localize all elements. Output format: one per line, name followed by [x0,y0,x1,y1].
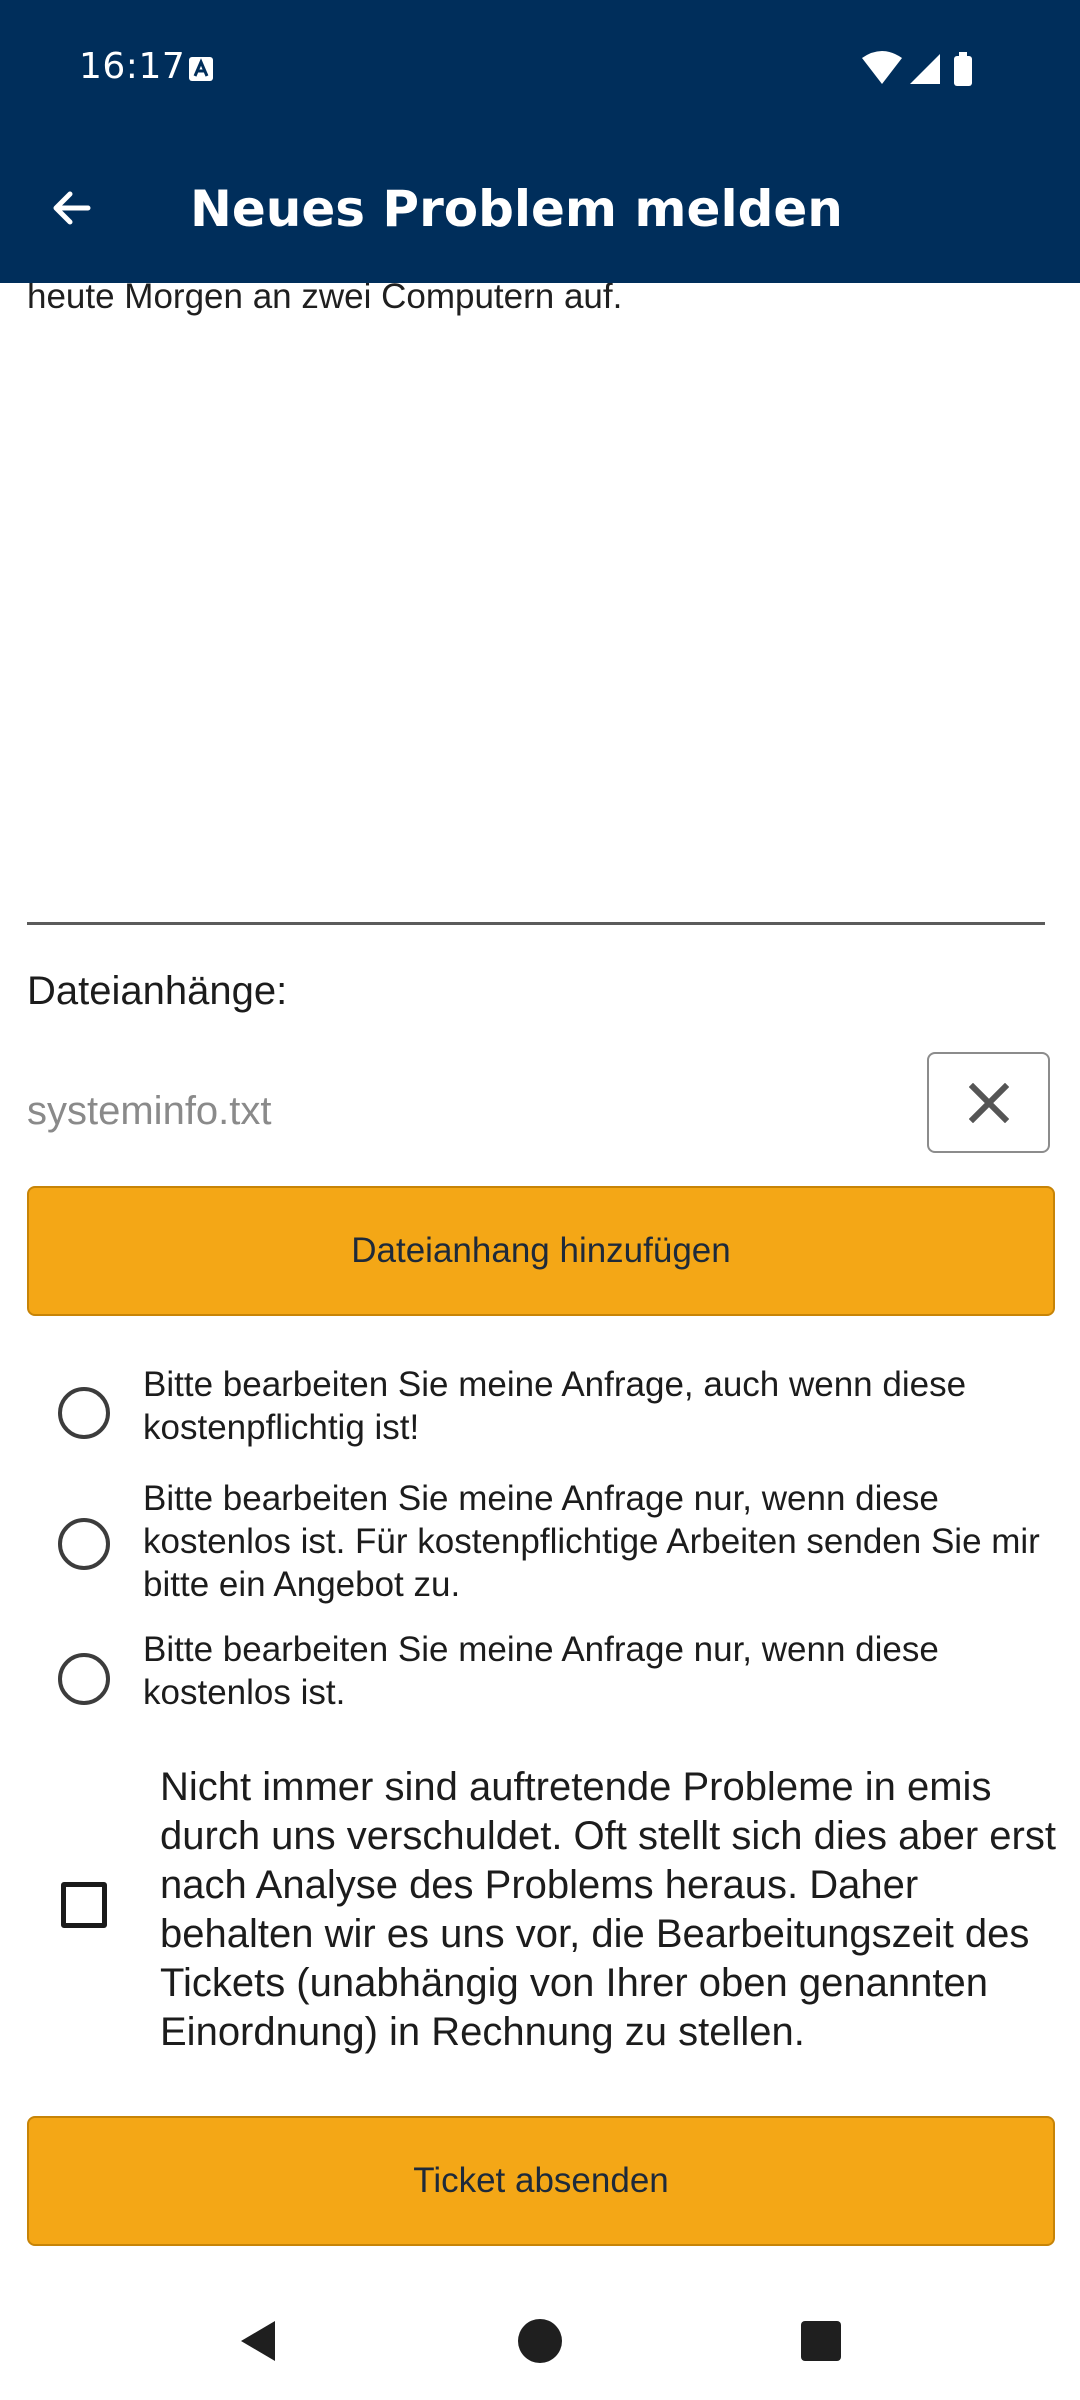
attachments-label: Dateianhänge: [27,969,288,1013]
nav-back-icon [241,2321,275,2361]
battery-icon [954,52,972,86]
wifi-icon [862,51,902,84]
nav-home-icon [518,2319,562,2363]
status-time: 16:17 [79,46,186,87]
description-textarea[interactable]: heute Morgen an zwei Computern auf. [27,283,1047,319]
nav-recents-button[interactable] [781,2301,861,2381]
radio-button[interactable] [58,1518,110,1570]
back-button[interactable] [36,172,108,244]
close-icon [968,1082,1009,1123]
add-attachment-button[interactable]: Dateianhang hinzufügen [27,1186,1055,1316]
submit-ticket-button[interactable]: Ticket absenden [27,2116,1055,2246]
attachment-file-name: systeminfo.txt [27,1089,272,1133]
page-title: Neues Problem melden [190,180,843,238]
ticket-form: heute Morgen an zwei Computern auf. Date… [0,283,1080,2283]
nav-back-button[interactable] [219,2301,299,2381]
description-underline [27,922,1045,925]
radio-button[interactable] [58,1387,110,1439]
remove-attachment-button[interactable] [927,1052,1050,1153]
cost-option-label: Bitte bearbeiten Sie meine Anfrage nur, … [143,1630,939,1712]
text-a-notification-icon [189,57,213,81]
app-bar: Neues Problem melden [0,134,1080,283]
cost-option-label: Bitte bearbeiten Sie meine Anfrage, auch… [143,1365,967,1447]
status-bar: 16:17 [0,0,1080,134]
radio-button[interactable] [58,1653,110,1705]
navigation-bar [0,2283,1080,2400]
cost-option-label: Bitte bearbeiten Sie meine Anfrage nur, … [143,1479,1040,1604]
nav-recents-icon [801,2321,841,2361]
disclaimer-text: Nicht immer sind auftretende Probleme in… [160,1765,1056,2054]
nav-home-button[interactable] [500,2301,580,2381]
status-icons [862,50,1012,86]
disclaimer-checkbox[interactable] [61,1882,107,1928]
signal-icon [910,54,940,84]
arrow-back-icon [53,191,91,225]
